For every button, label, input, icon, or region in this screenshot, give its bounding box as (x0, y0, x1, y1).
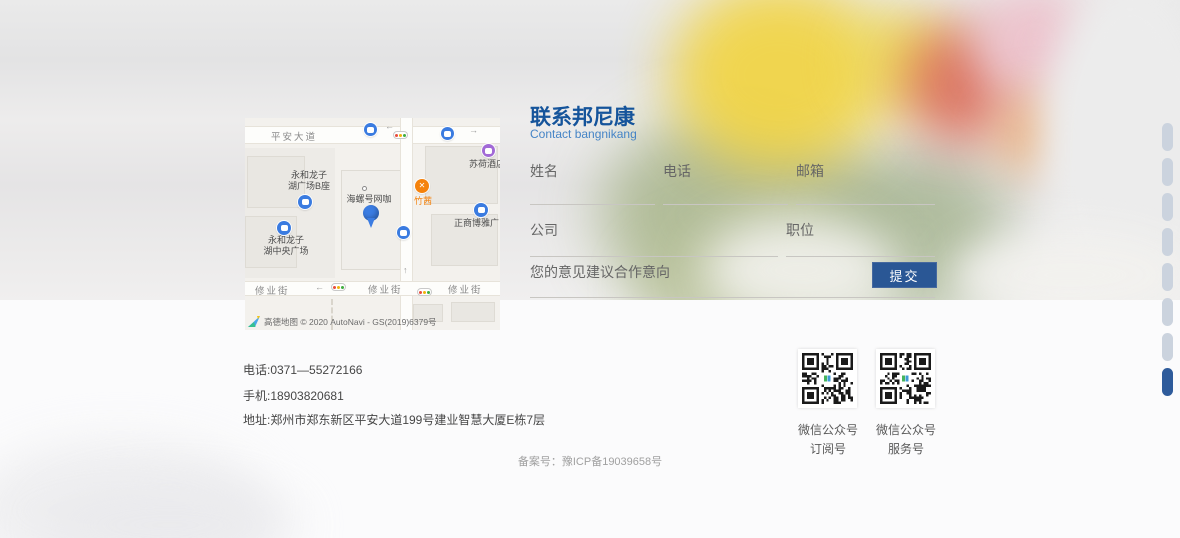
phone-input[interactable] (663, 158, 788, 205)
bus-station-icon[interactable] (397, 226, 410, 239)
qr-code-service (876, 349, 935, 408)
poi-label-zhuqian[interactable]: 竹茜 (412, 196, 434, 207)
direction-arrow-icon: → (469, 126, 478, 135)
pager-dot-8[interactable] (1162, 368, 1173, 396)
poi-label-suhe-hotel[interactable]: 苏荷酒店 (469, 159, 500, 170)
email-field-wrap (796, 158, 935, 205)
pager-dot-4[interactable] (1162, 228, 1173, 256)
name-input[interactable] (530, 158, 655, 205)
pager-dot-6[interactable] (1162, 298, 1173, 326)
pager-dot-1[interactable] (1162, 123, 1173, 151)
pager-dot-3[interactable] (1162, 193, 1173, 221)
hotel-poi-icon[interactable] (482, 144, 495, 157)
name-field-wrap (530, 158, 655, 205)
traffic-light-icon (331, 283, 346, 291)
map-widget[interactable]: 平安大道 修业街 修业街 修业街 ← → 苏荷酒店 永和龙子 湖广场B座 海螺号… (245, 118, 500, 330)
contact-address-line: 地址:郑州市郑东新区平安大道199号建业智慧大厦E栋7层 (243, 411, 545, 428)
poi-label-zhengshang-boya[interactable]: 正商博雅广 (454, 218, 500, 229)
autonavi-logo-icon (248, 315, 261, 328)
map-building (451, 302, 495, 322)
submit-button[interactable]: 提交 (872, 262, 937, 288)
map-road-vertical (400, 118, 413, 330)
pager-dot-2[interactable] (1162, 158, 1173, 186)
map-road-label: 修业街 (448, 282, 483, 296)
position-input[interactable] (786, 216, 935, 257)
contact-phone-line: 电话:0371—55272166 (243, 361, 362, 378)
icp-footer: 备案号：豫ICP备19039658号 (0, 453, 1180, 469)
email-input[interactable] (796, 158, 935, 205)
poi-label-yonghe-central[interactable]: 永和龙子 湖中央广场 (257, 235, 315, 257)
company-field-wrap (530, 216, 778, 257)
transit-station-icon[interactable] (441, 127, 454, 140)
section-subtitle: Contact bangnikang (530, 127, 637, 141)
landmark-poi-icon[interactable] (474, 203, 488, 217)
transit-station-icon[interactable] (364, 123, 377, 136)
traffic-light-icon (393, 131, 408, 139)
traffic-light-icon (417, 288, 432, 296)
map-road-label: 平安大道 (271, 129, 317, 143)
landmark-poi-icon[interactable] (277, 221, 291, 235)
pager-dot-7[interactable] (1162, 333, 1173, 361)
page: 平安大道 修业街 修业街 修业街 ← → 苏荷酒店 永和龙子 湖广场B座 海螺号… (0, 0, 1180, 538)
map-road-label: 修业街 (255, 283, 290, 297)
landmark-poi-icon[interactable] (298, 195, 312, 209)
map-attribution-text: 高德地图 © 2020 AutoNavi - GS(2019)6379号 (264, 316, 437, 328)
company-input[interactable] (530, 216, 778, 257)
lower-section: 电话:0371—55272166 手机:18903820681 地址:郑州市郑东… (0, 300, 1180, 538)
poi-label-hailuo-cafe[interactable]: 海螺号网咖 (343, 194, 395, 205)
map-attribution: 高德地图 © 2020 AutoNavi - GS(2019)6379号 (248, 315, 437, 328)
direction-arrow-icon: ↑ (403, 266, 408, 275)
poi-label-yonghe-plaza-b[interactable]: 永和龙子 湖广场B座 (279, 170, 339, 192)
direction-arrow-icon: ← (315, 283, 324, 292)
poi-dot-icon (362, 186, 367, 191)
pager (1162, 123, 1173, 403)
pager-dot-5[interactable] (1162, 263, 1173, 291)
direction-arrow-icon: ← (385, 122, 394, 131)
map-road-label: 修业街 (368, 282, 403, 296)
map-pin[interactable] (363, 205, 379, 221)
qr-code-subscription (798, 349, 857, 408)
restaurant-poi-icon[interactable]: ✕ (415, 179, 429, 193)
position-field-wrap (786, 216, 935, 257)
restaurant-glyph: ✕ (419, 182, 426, 190)
phone-field-wrap (663, 158, 788, 205)
contact-mobile-line: 手机:18903820681 (243, 387, 344, 404)
